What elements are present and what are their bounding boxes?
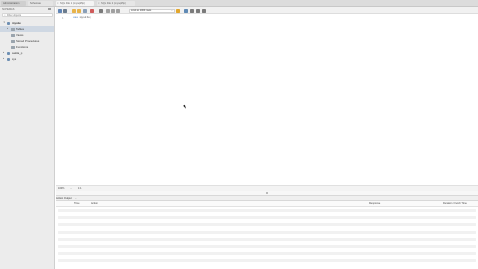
chevron-down-icon: ⌄	[170, 8, 173, 12]
query-tab-2[interactable]: × SQL File 2 (mysql/ftp)	[97, 1, 135, 6]
explain-icon[interactable]	[83, 8, 87, 13]
sql-terminator: ;	[89, 16, 92, 19]
stop-icon[interactable]	[90, 8, 94, 13]
mouse-pointer-icon	[183, 104, 187, 110]
output-column-headers: Time Action Response Duration / Fetch Ti…	[56, 201, 478, 207]
tab-schemas[interactable]: Schemas	[28, 1, 53, 6]
invisible-chars-icon[interactable]	[196, 8, 200, 13]
chevron-down-icon: ⌄	[70, 187, 73, 190]
execute-icon[interactable]	[72, 8, 76, 13]
rollback-icon[interactable]	[111, 8, 115, 13]
folder-icon	[11, 28, 15, 31]
table-row	[58, 259, 476, 263]
column-time: Time	[74, 202, 80, 205]
zoom-select[interactable]: 100% ⌄	[58, 187, 74, 191]
navigator-sidebar: SCHEMAS ⌕ ▼mysite▸TablesViewsStored Proc…	[0, 7, 55, 269]
output-type-label: Action Output	[56, 197, 72, 200]
schema-tree: ▼ mysite ▸ Tables Views Stored Procedures Func…	[0, 20, 54, 62]
collapse-sidebar-icon[interactable]	[48, 8, 51, 10]
tree-item-label: sys	[12, 57, 17, 61]
cursor-position: 1:1	[78, 187, 82, 190]
column-duration: Duration / Fetch Time	[443, 202, 467, 205]
sql-editor[interactable]: 1 use mysite;	[56, 14, 478, 185]
open-folder-icon[interactable]	[58, 8, 62, 13]
star-icon[interactable]	[176, 8, 180, 13]
output-rows	[58, 209, 476, 267]
filter-input[interactable]	[7, 14, 52, 17]
sql-keyword: use	[73, 16, 79, 19]
search-icon: ⌕	[4, 13, 6, 17]
chevron-right-icon[interactable]: ▸	[3, 56, 4, 62]
database-icon	[7, 58, 10, 61]
table-row	[58, 244, 476, 248]
zoom-value: 100%	[58, 187, 65, 190]
sidebar-label: SCHEMAS	[2, 8, 15, 11]
line-number: 1	[62, 16, 64, 20]
column-action: Action	[91, 202, 98, 205]
close-tab-icon[interactable]: ×	[57, 1, 59, 6]
chevron-down-icon: ⌄	[74, 197, 77, 200]
commit-icon[interactable]	[106, 8, 110, 13]
beautify-icon[interactable]	[116, 8, 120, 13]
table-row	[58, 237, 476, 241]
code-line[interactable]: use mysite;	[73, 16, 92, 19]
output-type-select[interactable]: Action Output ⌄	[56, 197, 77, 201]
execute-current-icon[interactable]	[77, 8, 81, 13]
query-tab-1-label: SQL File 1 (mysql/ftp)	[60, 2, 85, 5]
database-icon	[7, 22, 10, 25]
limit-rows-select[interactable]: Limit to 1000 rows ⌄	[129, 8, 175, 13]
table-row	[58, 216, 476, 220]
table-row	[58, 252, 476, 256]
top-tab-bar: Administration Schemas × SQL File 1 (mys…	[0, 0, 478, 7]
table-row	[58, 223, 476, 227]
database-icon	[7, 52, 10, 55]
save-icon[interactable]	[63, 8, 67, 13]
filter-objects[interactable]: ⌕	[2, 13, 53, 17]
limit-rows-label: Limit to 1000 rows	[131, 8, 152, 12]
close-tab-icon[interactable]: ×	[98, 1, 100, 6]
table-row	[58, 209, 476, 212]
query-tab-1[interactable]: × SQL File 1 (mysql/ftp)	[56, 1, 94, 6]
folder-icon	[11, 46, 15, 49]
sql-identifier: mysite	[79, 16, 90, 19]
table-row	[58, 230, 476, 234]
query-tab-2-label: SQL File 2 (mysql/ftp)	[101, 2, 126, 5]
sql-editor-toolbar: Limit to 1000 rows ⌄	[56, 7, 478, 14]
column-response: Response	[369, 202, 381, 205]
folder-icon	[11, 34, 15, 37]
brush-icon[interactable]	[184, 8, 188, 13]
search-icon[interactable]	[190, 8, 194, 13]
folder-icon	[11, 40, 15, 43]
tab-administration[interactable]: Administration	[1, 1, 26, 6]
tree-item-sys[interactable]: ▸ sys	[0, 56, 54, 62]
wrap-icon[interactable]	[202, 8, 206, 13]
splitter-grip-icon[interactable]	[266, 192, 268, 194]
toggle-autocommit-icon[interactable]	[99, 8, 103, 13]
